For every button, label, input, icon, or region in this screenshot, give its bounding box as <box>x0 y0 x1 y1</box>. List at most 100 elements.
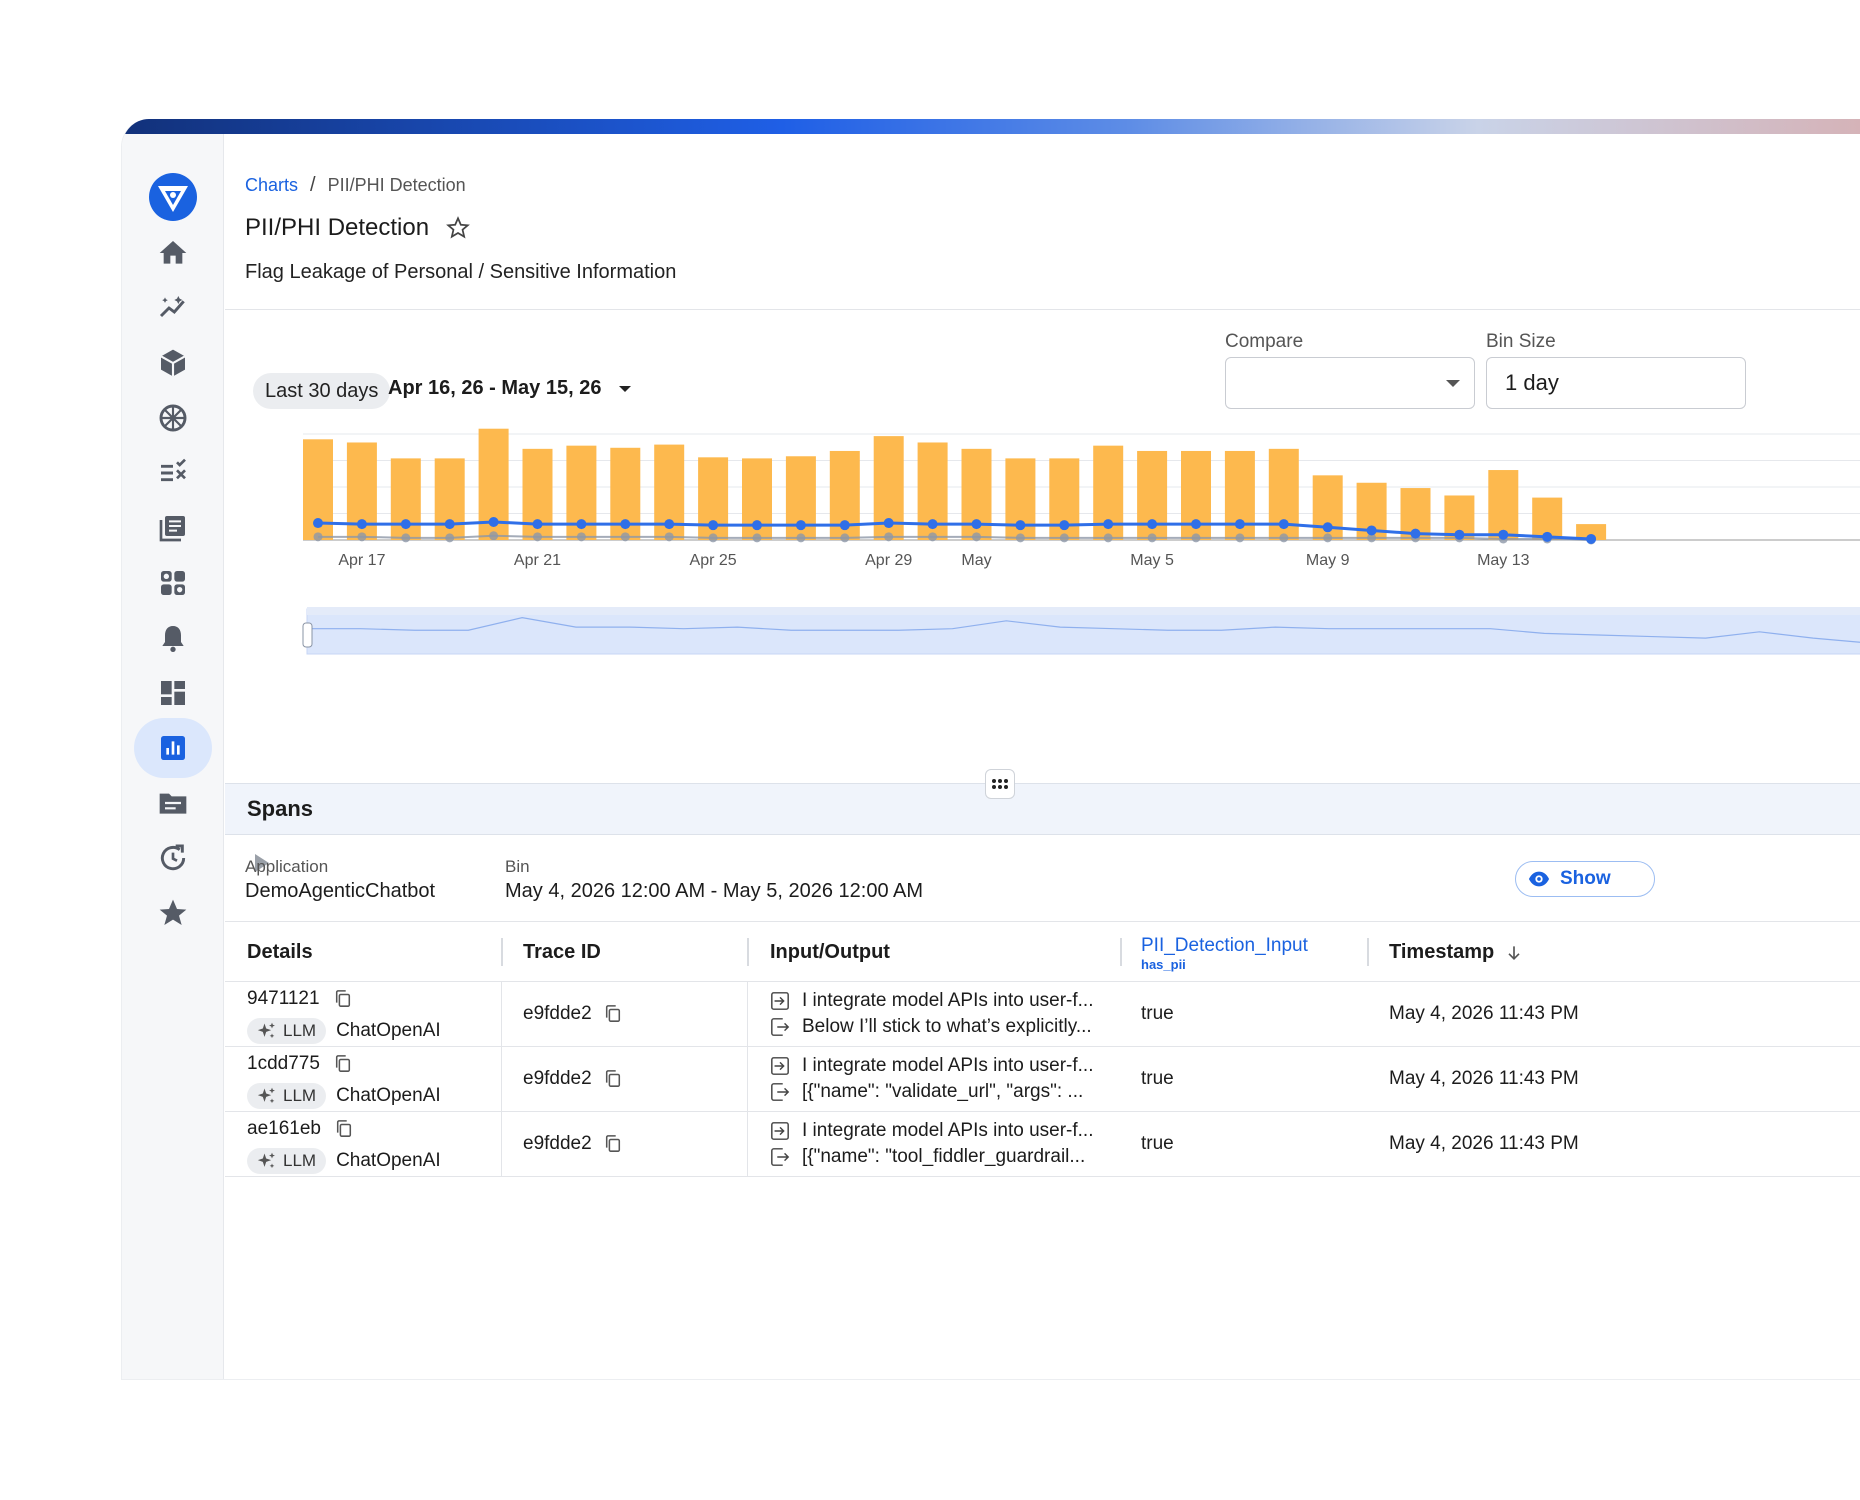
overview-top-handle[interactable] <box>307 607 1860 615</box>
copy-icon[interactable] <box>335 1119 353 1139</box>
chart-bar[interactable] <box>1488 470 1519 540</box>
breadcrumb-charts-link[interactable]: Charts <box>245 175 298 196</box>
chart-point[interactable] <box>839 520 850 531</box>
chart-point[interactable] <box>708 533 718 543</box>
chart-point[interactable] <box>1410 528 1421 539</box>
date-range-picker[interactable]: Apr 16, 26 - May 15, 26 <box>388 377 632 400</box>
chart-point[interactable] <box>1103 533 1113 543</box>
chart-point[interactable] <box>489 531 499 541</box>
chart-point[interactable] <box>1323 533 1333 543</box>
chart-point[interactable] <box>1015 520 1026 531</box>
column-header-pii[interactable]: PII_Detection_Input has_pii <box>1141 922 1308 983</box>
input-line[interactable]: I integrate model APIs into user-f... <box>770 1120 1093 1142</box>
drag-handle[interactable] <box>985 769 1015 799</box>
chart-point[interactable] <box>708 520 719 531</box>
chart-point[interactable] <box>1542 531 1553 542</box>
table-row[interactable]: 9471121 LLM ChatOpenAI e9fdde2 I integrate m… <box>225 982 1860 1047</box>
favorite-star-icon[interactable] <box>445 215 471 241</box>
sidebar-item-dashboards[interactable] <box>134 663 212 723</box>
sidebar-item-history[interactable] <box>134 828 212 888</box>
trace-id[interactable]: e9fdde2 <box>523 1003 592 1025</box>
chart-point[interactable] <box>444 519 455 530</box>
column-divider[interactable] <box>1367 938 1369 966</box>
chart-point[interactable] <box>357 532 367 542</box>
chart-point[interactable] <box>620 532 630 542</box>
chart-point[interactable] <box>1147 533 1157 543</box>
chart-point[interactable] <box>620 519 631 530</box>
chart-point[interactable] <box>532 519 543 530</box>
chart-point[interactable] <box>1059 520 1070 531</box>
chart-point[interactable] <box>1586 533 1597 544</box>
chart-point[interactable] <box>927 519 938 530</box>
chart-point[interactable] <box>928 532 938 542</box>
chart-point[interactable] <box>884 532 894 542</box>
chart-point[interactable] <box>752 520 762 531</box>
sidebar-item-home[interactable] <box>134 223 212 283</box>
output-line[interactable]: [{"name": "validate_url", "args": ... <box>770 1081 1083 1103</box>
show-button[interactable]: Show <box>1515 861 1655 897</box>
sidebar-item-files[interactable] <box>134 773 212 833</box>
sidebar-item-llm[interactable] <box>134 388 212 448</box>
sidebar-item-models[interactable] <box>134 333 212 393</box>
chart-point[interactable] <box>313 532 323 542</box>
sidebar-item-insights[interactable] <box>134 278 212 338</box>
chart-point[interactable] <box>796 533 806 543</box>
chart-point[interactable] <box>971 519 982 530</box>
trace-id[interactable]: e9fdde2 <box>523 1068 592 1090</box>
chart-point[interactable] <box>576 519 587 530</box>
chart-point[interactable] <box>1147 519 1158 530</box>
chart-point[interactable] <box>1015 533 1025 543</box>
copy-icon[interactable] <box>334 989 352 1009</box>
column-header-details[interactable]: Details <box>247 922 313 983</box>
chart-point[interactable] <box>752 533 762 543</box>
sidebar-item-rules[interactable] <box>134 443 212 503</box>
chart-point[interactable] <box>883 518 894 529</box>
chart-point[interactable] <box>1235 533 1245 543</box>
chart-point[interactable] <box>1191 519 1201 530</box>
table-row[interactable]: ae161eb LLM ChatOpenAI e9fdde2 I integrate m… <box>225 1112 1860 1177</box>
compare-select[interactable] <box>1225 357 1475 409</box>
chart-point[interactable] <box>795 520 806 531</box>
chart-point[interactable] <box>840 533 850 543</box>
chart-point[interactable] <box>488 516 499 527</box>
chart-point[interactable] <box>400 519 411 530</box>
chart-point[interactable] <box>1191 533 1201 543</box>
pii-header-link[interactable]: PII_Detection_Input <box>1141 935 1308 956</box>
copy-icon[interactable] <box>604 1069 622 1089</box>
chart-point[interactable] <box>664 532 674 542</box>
column-divider[interactable] <box>1120 938 1122 966</box>
chart-point[interactable] <box>1366 525 1377 536</box>
chart-point[interactable] <box>576 532 586 542</box>
sidebar-item-favorites[interactable] <box>134 883 212 943</box>
sidebar-item-apps[interactable] <box>134 553 212 613</box>
overview-left-handle[interactable] <box>302 622 313 648</box>
chart-point[interactable] <box>1234 519 1245 530</box>
trace-id[interactable]: e9fdde2 <box>523 1133 592 1155</box>
copy-icon[interactable] <box>604 1004 622 1024</box>
bin-size-select[interactable]: 1 day <box>1486 357 1746 409</box>
chart-point[interactable] <box>313 518 323 529</box>
copy-icon[interactable] <box>334 1054 352 1074</box>
column-header-input-output[interactable]: Input/Output <box>770 922 890 983</box>
brand-logo-icon[interactable] <box>148 172 198 222</box>
input-line[interactable]: I integrate model APIs into user-f... <box>770 990 1093 1012</box>
table-row[interactable]: 1cdd775 LLM ChatOpenAI e9fdde2 I integrate m… <box>225 1047 1860 1112</box>
column-header-trace-id[interactable]: Trace ID <box>523 922 601 983</box>
column-divider[interactable] <box>747 938 749 966</box>
input-line[interactable]: I integrate model APIs into user-f... <box>770 1055 1093 1077</box>
chart-point[interactable] <box>1279 533 1289 543</box>
overview-range-area[interactable] <box>306 608 1860 655</box>
chart-point[interactable] <box>1322 522 1333 533</box>
sidebar-item-alerts[interactable] <box>134 608 212 668</box>
date-range-preset[interactable]: Last 30 days <box>253 373 391 409</box>
chart-point[interactable] <box>401 533 411 543</box>
column-header-timestamp[interactable]: Timestamp <box>1389 922 1524 983</box>
sidebar-item-library[interactable] <box>134 498 212 558</box>
chart-point[interactable] <box>356 519 367 530</box>
column-divider[interactable] <box>501 938 503 966</box>
copy-icon[interactable] <box>604 1134 622 1154</box>
chart-point[interactable] <box>445 533 455 543</box>
chart-point[interactable] <box>1278 519 1289 530</box>
chart-point[interactable] <box>1454 529 1465 540</box>
chart-point[interactable] <box>533 532 542 542</box>
